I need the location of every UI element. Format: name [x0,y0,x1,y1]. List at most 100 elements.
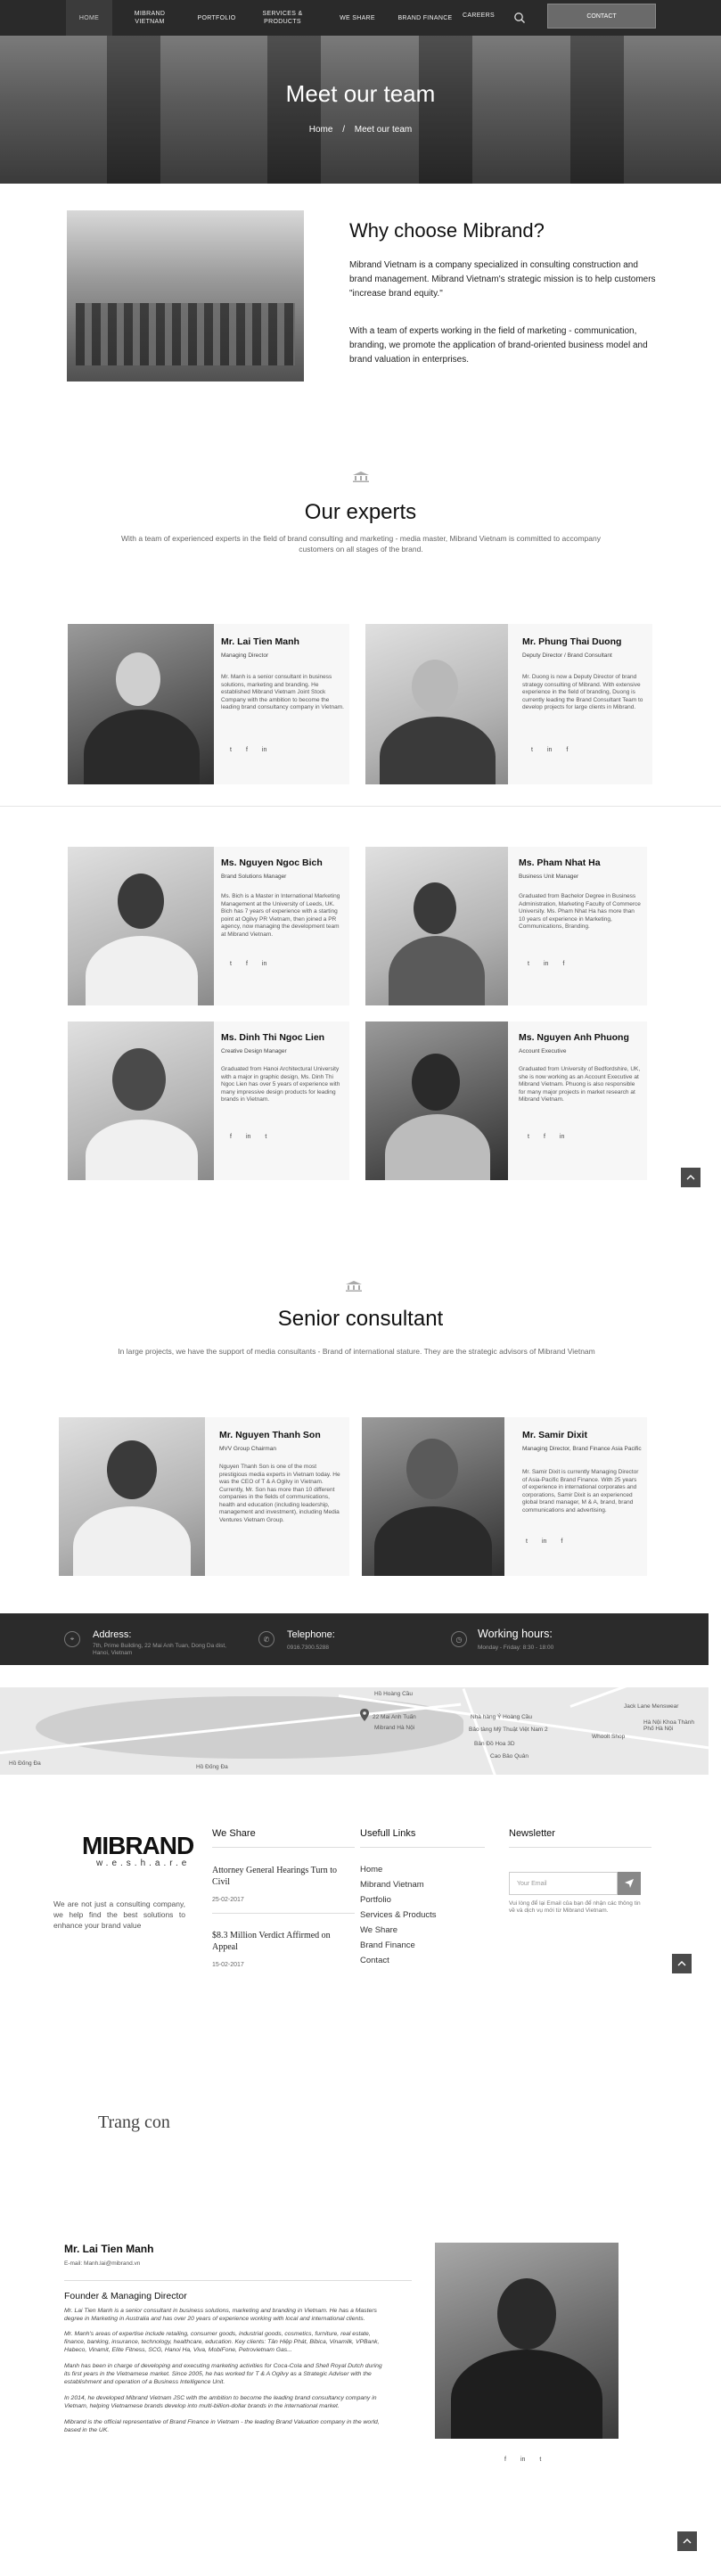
linkedin-icon[interactable]: in [262,747,266,753]
twitter-icon[interactable]: t [230,747,232,753]
nav-we-share[interactable]: WE SHARE [330,0,385,36]
linkedin-icon[interactable]: in [520,2457,525,2463]
nav-brand-finance[interactable]: BRAND FINANCE [392,0,458,36]
expert-card: Ms. Dinh Thi Ngoc Lien Creative Design M… [68,1021,349,1180]
nav-careers[interactable]: CAREERS [456,0,501,30]
footer-logo[interactable]: MIBRAND [82,1832,194,1860]
linkedin-icon[interactable]: in [544,961,548,967]
footer-link-mibrand-vietnam[interactable]: Mibrand Vietnam [360,1880,424,1890]
consultant-card: Mr. Nguyen Thanh Son MVV Group Chairman … [59,1417,349,1576]
map-label: Hồ Hoàng Cầu [374,1691,413,1697]
facebook-icon[interactable]: f [544,1134,545,1140]
consultant-name: Mr. Nguyen Thanh Son [219,1430,321,1440]
hours-title: Working hours: [478,1628,553,1640]
consultant-bio: Nguyen Thanh Son is one of the most pres… [219,1464,340,1523]
linkedin-icon[interactable]: in [547,747,552,753]
expert-card: Ms. Nguyen Ngoc Bich Brand Solutions Man… [68,847,349,1005]
nav-portfolio[interactable]: PORTFOLIO [189,0,244,36]
facebook-icon[interactable]: f [562,961,564,967]
chevron-up-icon [683,2539,692,2544]
nav-services-products[interactable]: SERVICES & PRODUCTS [255,0,310,36]
facebook-icon[interactable]: f [246,747,248,753]
footer-link-we-share[interactable]: We Share [360,1925,397,1935]
subpage-heading: Trang con [98,2112,170,2132]
profile-role: Founder & Managing Director [64,2291,187,2301]
expert-bio: Mr. Manh is a senior consultant in busin… [221,674,344,710]
expert-card: Mr. Phung Thai Duong Deputy Director / B… [365,624,652,784]
profile-paragraph: In 2014, he developed Mibrand Vietnam JS… [64,2395,377,2409]
footer-link-services[interactable]: Services & Products [360,1910,437,1920]
twitter-icon[interactable]: t [265,1134,266,1140]
footer-link-portfolio[interactable]: Portfolio [360,1895,391,1905]
location-map[interactable]: Hồ Đống Đa Hồ Đống Đa 22 Mai Anh Tuấn Hồ… [0,1687,709,1775]
map-label: 22 Mai Anh Tuấn [373,1714,416,1720]
post-link[interactable]: $8.3 Million Verdict Affirmed on Appeal [212,1930,355,1953]
contact-button[interactable]: CONTACT [547,4,656,29]
twitter-icon[interactable]: t [526,1538,528,1545]
divider [360,1847,485,1848]
footer-link-brand-finance[interactable]: Brand Finance [360,1940,415,1950]
back-to-top-button[interactable] [681,1168,701,1187]
profile-paragraph: Mr. Manh's areas of expertise include re… [64,2331,380,2353]
social-links: t f in [528,1134,564,1140]
phone-value[interactable]: 0916.7300.5288 [287,1645,329,1652]
expert-photo [68,847,214,1005]
phone-icon: ✆ [258,1631,274,1647]
divider [64,2280,412,2281]
back-to-top-button[interactable] [672,1954,692,1973]
linkedin-icon[interactable]: in [262,961,266,967]
expert-photo [365,624,508,784]
profile-email[interactable]: E-mail: Manh.lai@mibrand.vn [64,2260,140,2267]
facebook-icon[interactable]: f [246,961,248,967]
divider [0,806,721,807]
post-date: 25-02-2017 [212,1897,244,1903]
twitter-icon[interactable]: t [230,961,232,967]
linkedin-icon[interactable]: in [542,1538,546,1545]
team-photo [67,210,304,381]
footer-link-contact[interactable]: Contact [360,1956,389,1965]
search-icon[interactable] [513,12,526,24]
map-label: Jack Lane Menswear [624,1703,679,1710]
facebook-icon[interactable]: f [230,1134,232,1140]
clock-icon: ◷ [451,1631,467,1647]
profile-name: Mr. Lai Tien Manh [64,2243,154,2255]
chevron-up-icon [686,1175,695,1180]
back-to-top-button[interactable] [677,2531,697,2551]
breadcrumb-home[interactable]: Home [309,125,333,135]
map-label: Nhà hàng Ý Hoàng Cầu [471,1714,533,1720]
expert-photo [365,1021,508,1180]
footer-about: We are not just a consulting company, we… [53,1899,185,1930]
expert-card: Ms. Nguyen Anh Phuong Account Executive … [365,1021,647,1180]
post-date: 15-02-2017 [212,1962,244,1968]
footer-logo-tagline: w.e.s.h.a.r.e [96,1858,191,1868]
why-paragraph-1: Mibrand Vietnam is a company specialized… [349,260,656,299]
expert-role: Managing Director [221,652,269,659]
facebook-icon[interactable]: f [561,1538,562,1545]
map-pin-icon[interactable] [360,1709,369,1721]
consultant-card: Mr. Samir Dixit Managing Director, Brand… [362,1417,647,1576]
linkedin-icon[interactable]: in [246,1134,250,1140]
newsletter-send-button[interactable] [618,1872,641,1895]
nav-home[interactable]: HOME [66,0,112,36]
facebook-icon[interactable]: f [566,747,568,753]
expert-role: Business Unit Manager [519,874,579,880]
breadcrumb: Home / Meet our team [0,125,721,135]
phone-title: Telephone: [287,1629,335,1640]
twitter-icon[interactable]: t [528,1134,529,1140]
linkedin-icon[interactable]: in [560,1134,564,1140]
social-links: t in f [528,961,564,967]
twitter-icon[interactable]: t [528,961,529,967]
expert-bio: Graduated from Hanoi Architectural Unive… [221,1066,340,1103]
expert-photo [365,847,508,1005]
expert-bio: Graduated from University of Bedfordshir… [519,1066,641,1103]
newsletter-email-input[interactable]: Your Email [509,1872,618,1895]
map-label: Bảo tàng Mỹ Thuật Việt Nam 2 [469,1727,548,1733]
footer-link-home[interactable]: Home [360,1865,382,1875]
nav-mibrand-vietnam[interactable]: MIBRAND VIETNAM [125,0,175,36]
map-label: Bản Đồ Hoa 3D [474,1741,515,1747]
facebook-icon[interactable]: f [504,2457,506,2463]
twitter-icon[interactable]: t [531,747,533,753]
post-link[interactable]: Attorney General Hearings Turn to Civil [212,1865,355,1888]
twitter-icon[interactable]: t [539,2457,541,2463]
expert-photo [68,1021,214,1180]
